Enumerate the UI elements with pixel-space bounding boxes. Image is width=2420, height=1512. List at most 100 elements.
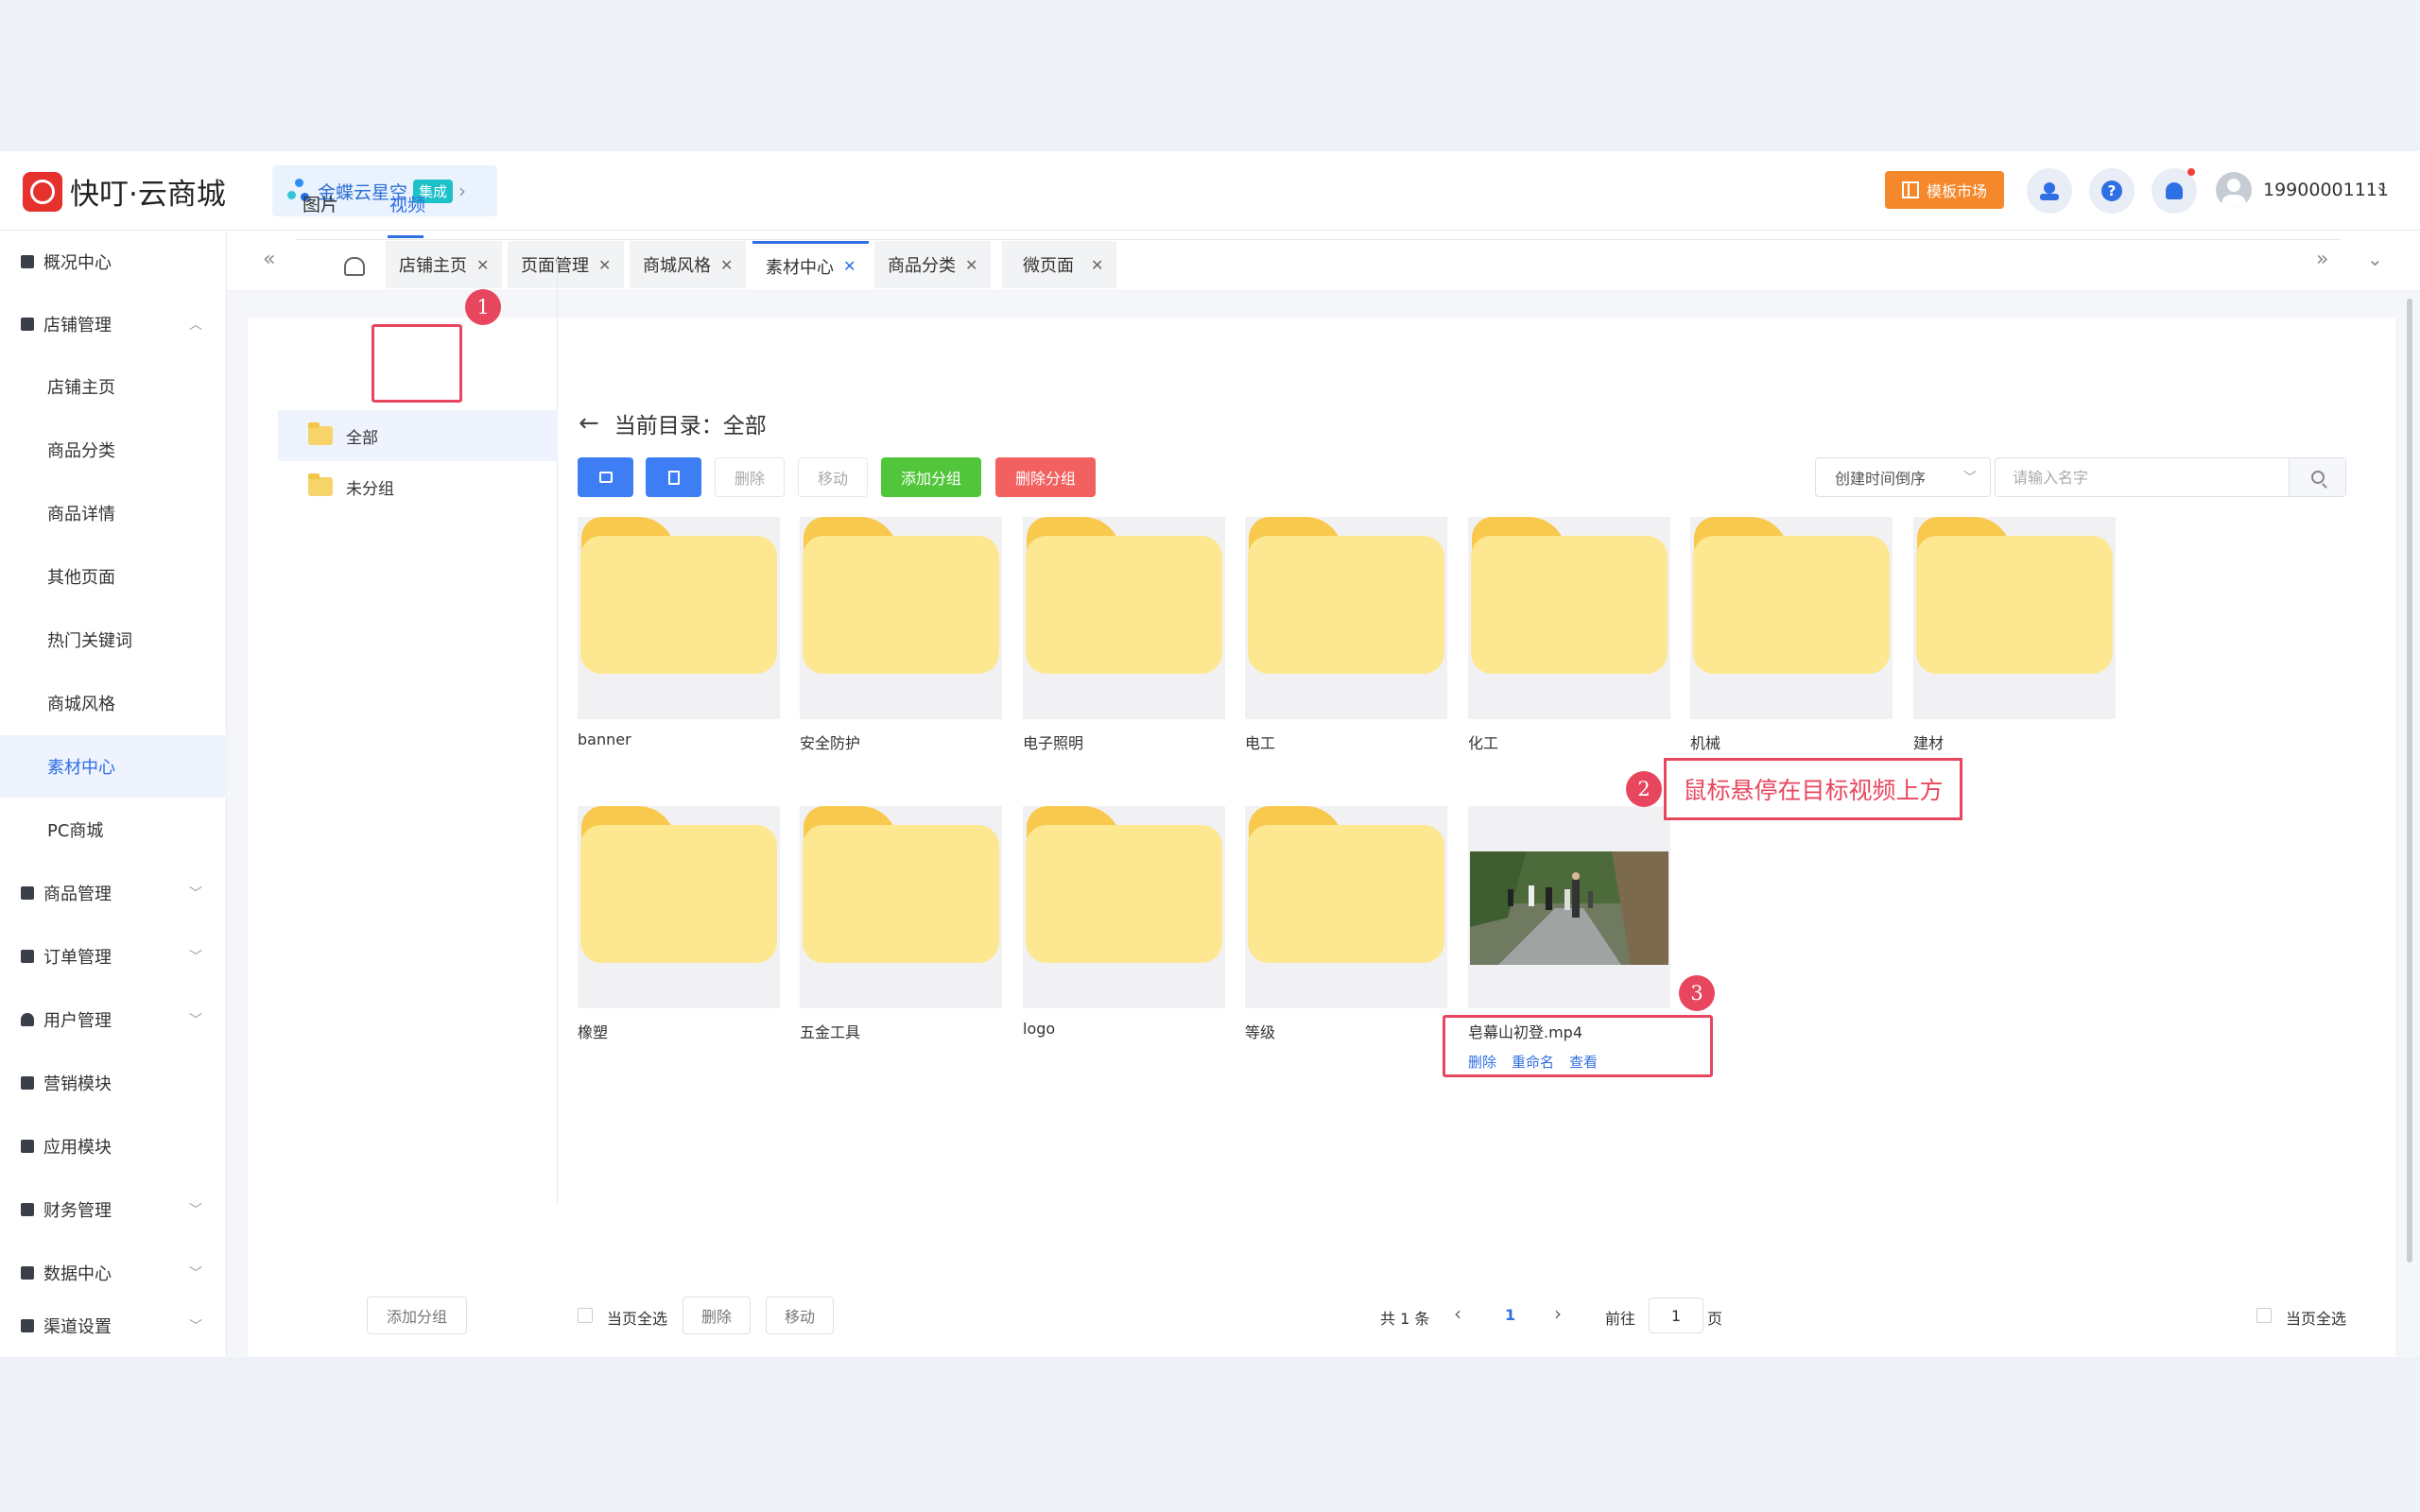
tab-material-center[interactable]: 素材中心 ✕ [752,241,870,288]
list-icon [21,1319,34,1332]
sidebar: 概况中心 店铺管理 ︿ 店铺主页 商品分类 商品详情 其他页面 热门关键词 商城… [0,231,227,1357]
username[interactable]: 19900001111 [2263,180,2389,200]
folder-thumbnail [1913,517,2116,719]
close-icon[interactable]: ✕ [598,256,611,274]
add-group-button[interactable]: 添加分组 [881,457,981,497]
help-button[interactable]: ? [2089,168,2135,214]
move-button[interactable]: 移动 [798,457,868,497]
chevron-down-icon[interactable]: ⌄ [2367,248,2383,270]
folder-body [1026,536,1222,674]
sidebar-item-users[interactable]: 用户管理 ﹀ [0,988,227,1051]
sidebar-item-label: 用户管理 [43,1011,112,1031]
folder-tile[interactable]: 机械 [1690,517,1893,753]
avatar[interactable] [2216,172,2252,208]
sidebar-item-product-detail[interactable]: 商品详情 [0,482,227,544]
bag-icon [21,886,34,900]
sidebar-item-mall-style[interactable]: 商城风格 [0,672,227,734]
search-input[interactable] [1996,459,2285,495]
add-group-button-left[interactable]: 添加分组 [367,1297,467,1334]
folder-tile[interactable]: 电工 [1245,517,1447,753]
annotation-number-1: 1 [465,289,501,325]
folder-tile[interactable]: 电子照明 [1023,517,1225,753]
group-item-ungrouped[interactable]: 未分组 [278,461,558,512]
sidebar-item-category[interactable]: 商品分类 [0,419,227,481]
double-chevron-right-icon[interactable]: » [2316,248,2328,271]
close-icon[interactable]: ✕ [965,256,977,274]
chevron-right-icon: › [458,180,467,202]
notifications-button[interactable] [2152,168,2197,214]
folder-name: 电工 [1245,734,1276,752]
active-tab-indicator [388,235,424,238]
sidebar-item-marketing[interactable]: 营销模块 [0,1052,227,1114]
close-icon[interactable]: ✕ [843,257,856,275]
select-page-checkbox-right[interactable] [2256,1308,2272,1323]
folder-name: logo [1023,1020,1056,1038]
folder-tile[interactable]: 安全防护 [800,517,1002,753]
brand-logo[interactable]: 快叮·云商城 [23,170,226,213]
group-item-all[interactable]: 全部 [278,410,558,461]
footer-move-button[interactable]: 移动 [766,1297,834,1334]
folder-tile[interactable]: logo [1023,806,1225,1038]
sidebar-item-hot-keywords[interactable]: 热门关键词 [0,609,227,671]
delete-button[interactable]: 删除 [715,457,785,497]
prev-page-icon[interactable]: ‹ [1454,1302,1461,1325]
sidebar-item-label: 数据中心 [43,1264,112,1284]
customer-service-icon [2040,182,2059,200]
sidebar-item-apps[interactable]: 应用模块 [0,1115,227,1177]
top-header: 快叮·云商城 金蝶云星空 集成 › 模板市场 ? 19900001111 ⌄ [0,151,2420,231]
sidebar-item-overview[interactable]: 概况中心 [0,231,227,293]
folder-tile[interactable]: banner [578,517,780,748]
video-thumbnail[interactable] [1468,806,1670,1008]
folder-thumbnail [1023,517,1225,719]
folder-tile[interactable]: 五金工具 [800,806,1002,1042]
tab-micro-page[interactable]: 微页面 ✕ [1002,241,1117,288]
sidebar-item-material-center[interactable]: 素材中心 [0,735,227,798]
close-icon[interactable]: ✕ [1091,256,1103,274]
goto-page-input[interactable]: 1 [1649,1297,1703,1333]
sort-select-value: 创建时间倒序 [1835,470,1927,488]
folder-tile[interactable]: 等级 [1245,806,1447,1042]
sidebar-item-pc-mall[interactable]: PC商城 [0,799,227,861]
search-box [1995,457,2346,497]
tab-label: 商城风格 [643,256,711,276]
next-page-icon[interactable]: › [1554,1302,1562,1325]
delete-group-button[interactable]: 删除分组 [995,457,1096,497]
footer-delete-button[interactable]: 删除 [683,1297,751,1334]
folder-body [1916,536,2113,674]
current-page[interactable]: 1 [1505,1306,1515,1324]
sort-select[interactable]: 创建时间倒序 ﹀ [1815,457,1991,497]
close-icon[interactable]: ✕ [720,256,733,274]
tab-images[interactable]: 图片 [302,191,338,216]
chevron-down-icon[interactable]: ⌄ [2375,176,2389,196]
tab-mall-style[interactable]: 商城风格 ✕ [630,241,747,288]
upload-file-button[interactable] [646,457,701,497]
folder-name: 等级 [1245,1023,1276,1041]
select-page-checkbox[interactable] [578,1308,593,1323]
tab-videos[interactable]: 视频 [389,191,425,216]
new-folder-button[interactable] [578,457,633,497]
folder-thumbnail [800,517,1002,719]
folder-tile[interactable]: 化工 [1468,517,1670,753]
vertical-scrollbar[interactable] [2407,299,2412,1263]
template-market-button[interactable]: 模板市场 [1885,171,2004,209]
annotation-box-video-actions [1443,1015,1713,1077]
back-arrow-icon[interactable]: ← [579,409,599,438]
sidebar-item-store[interactable]: 店铺管理 ︿ [0,293,227,355]
sidebar-item-finance[interactable]: 财务管理 ﹀ [0,1178,227,1241]
total-count: 共 1 条 [1380,1310,1430,1328]
chevron-down-icon: ﹀ [189,1013,202,1028]
double-chevron-left-icon[interactable]: « [263,248,275,271]
tab-category[interactable]: 商品分类 ✕ [874,241,992,288]
folder-thumbnail [578,517,780,719]
sidebar-item-orders[interactable]: 订单管理 ﹀ [0,925,227,988]
folder-tile[interactable]: 橡塑 [578,806,780,1042]
page-unit-label: 页 [1707,1310,1723,1328]
sidebar-item-store-home[interactable]: 店铺主页 [0,355,227,418]
search-button[interactable] [2289,458,2345,496]
sidebar-item-other-pages[interactable]: 其他页面 [0,545,227,608]
sidebar-item-channels[interactable]: 渠道设置 ﹀ [0,1295,227,1357]
grid-icon [21,1140,34,1153]
service-button[interactable] [2027,168,2072,214]
folder-tile[interactable]: 建材 [1913,517,2116,753]
sidebar-item-products[interactable]: 商品管理 ﹀ [0,862,227,924]
